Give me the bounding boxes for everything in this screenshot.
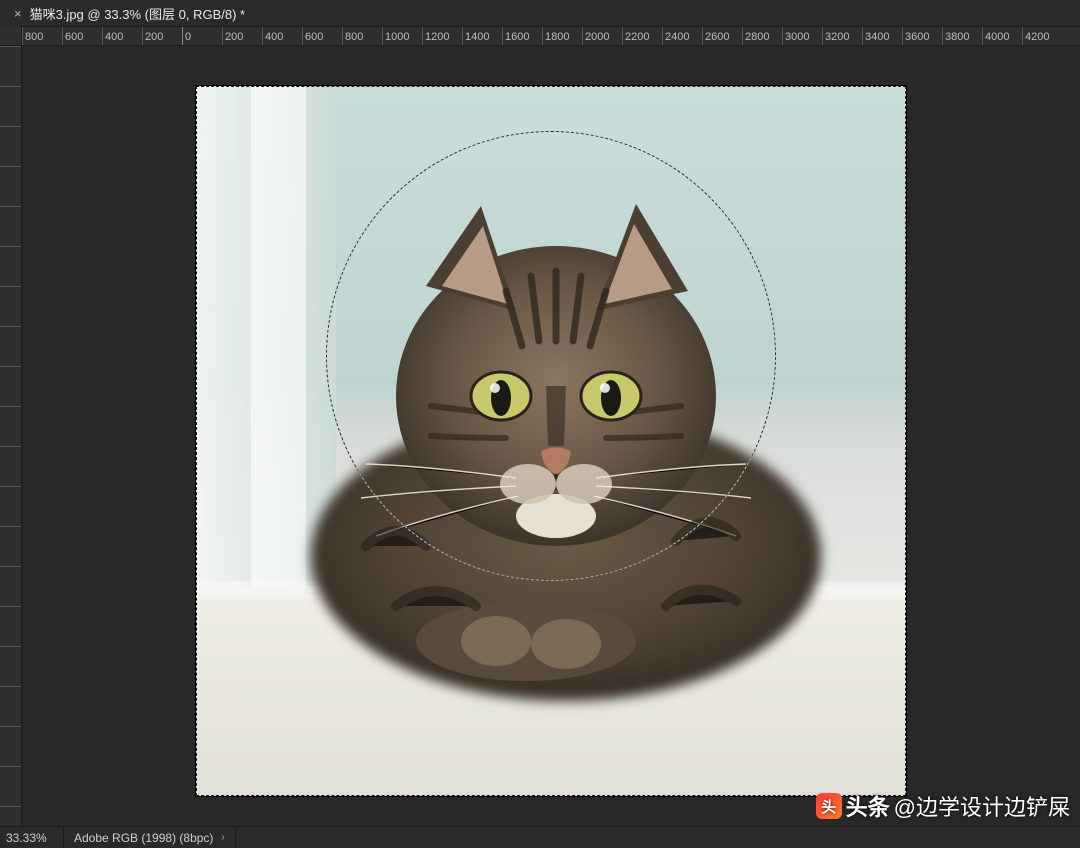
ruler-tick [0, 646, 21, 686]
vertical-ruler[interactable] [0, 46, 22, 826]
ruler-tick: 600 [62, 27, 102, 45]
ruler-tick: 0 [182, 27, 222, 45]
ruler-tick [0, 246, 21, 286]
watermark-handle: @边学设计边铲屎 [894, 790, 1070, 822]
ruler-tick: 600 [302, 27, 342, 45]
status-color-profile[interactable]: Adobe RGB (1998) (8bpc) › [64, 827, 236, 848]
ruler-tick [0, 286, 21, 326]
watermark-brand: 头条 [846, 790, 890, 822]
canvas-area[interactable] [22, 46, 1080, 826]
ruler-tick: 200 [142, 27, 182, 45]
ruler-tick: 3400 [862, 27, 902, 45]
ruler-tick: 400 [262, 27, 302, 45]
ruler-tick: 4000 [982, 27, 1022, 45]
horizontal-ruler[interactable]: 8006004002000200400600800100012001400160… [22, 26, 1080, 46]
ruler-tick [0, 566, 21, 606]
ruler-tick [0, 366, 21, 406]
ruler-origin-box[interactable] [0, 26, 22, 46]
document-tab[interactable]: × 猫咪3.jpg @ 33.3% (图层 0, RGB/8) * [6, 1, 251, 26]
ruler-tick: 2000 [582, 27, 622, 45]
ruler-tick [0, 446, 21, 486]
ruler-tick [0, 526, 21, 566]
status-zoom-field[interactable]: 33.33% [0, 827, 64, 848]
ruler-tick [0, 686, 21, 726]
chevron-right-icon: › [221, 827, 224, 848]
document-tab-title: 猫咪3.jpg @ 33.3% (图层 0, RGB/8) * [30, 4, 246, 23]
ruler-tick: 2200 [622, 27, 662, 45]
document-canvas[interactable] [196, 86, 906, 796]
ruler-tick: 1000 [382, 27, 422, 45]
watermark: 头 头条 @边学设计边铲屎 [816, 790, 1070, 822]
document-image [196, 86, 906, 796]
ruler-tick [0, 486, 21, 526]
ruler-tick: 1600 [502, 27, 542, 45]
ruler-tick: 3200 [822, 27, 862, 45]
ruler-tick [0, 86, 21, 126]
ruler-tick: 2400 [662, 27, 702, 45]
close-tab-icon[interactable]: × [12, 6, 24, 21]
ruler-tick: 4200 [1022, 27, 1062, 45]
ruler-tick: 2800 [742, 27, 782, 45]
status-bar: 33.33% Adobe RGB (1998) (8bpc) › [0, 826, 1080, 848]
ruler-tick: 800 [342, 27, 382, 45]
ruler-tick [0, 46, 21, 86]
ruler-tick: 3800 [942, 27, 982, 45]
ruler-tick: 800 [22, 27, 62, 45]
ruler-tick [0, 126, 21, 166]
ruler-tick: 1400 [462, 27, 502, 45]
ruler-tick [0, 166, 21, 206]
ruler-tick [0, 726, 21, 766]
ruler-tick: 200 [222, 27, 262, 45]
document-tab-bar: × 猫咪3.jpg @ 33.3% (图层 0, RGB/8) * [0, 0, 1080, 26]
ruler-tick [0, 326, 21, 366]
ruler-tick: 3600 [902, 27, 942, 45]
ruler-tick: 1200 [422, 27, 462, 45]
ruler-tick: 2600 [702, 27, 742, 45]
ruler-tick [0, 766, 21, 806]
ruler-tick [0, 206, 21, 246]
ruler-tick [0, 606, 21, 646]
ruler-tick: 3000 [782, 27, 822, 45]
ruler-tick [0, 806, 21, 826]
status-color-profile-label: Adobe RGB (1998) (8bpc) [74, 827, 213, 848]
ruler-tick: 1800 [542, 27, 582, 45]
watermark-logo-icon: 头 [816, 793, 842, 819]
ruler-tick [0, 406, 21, 446]
ruler-tick: 400 [102, 27, 142, 45]
